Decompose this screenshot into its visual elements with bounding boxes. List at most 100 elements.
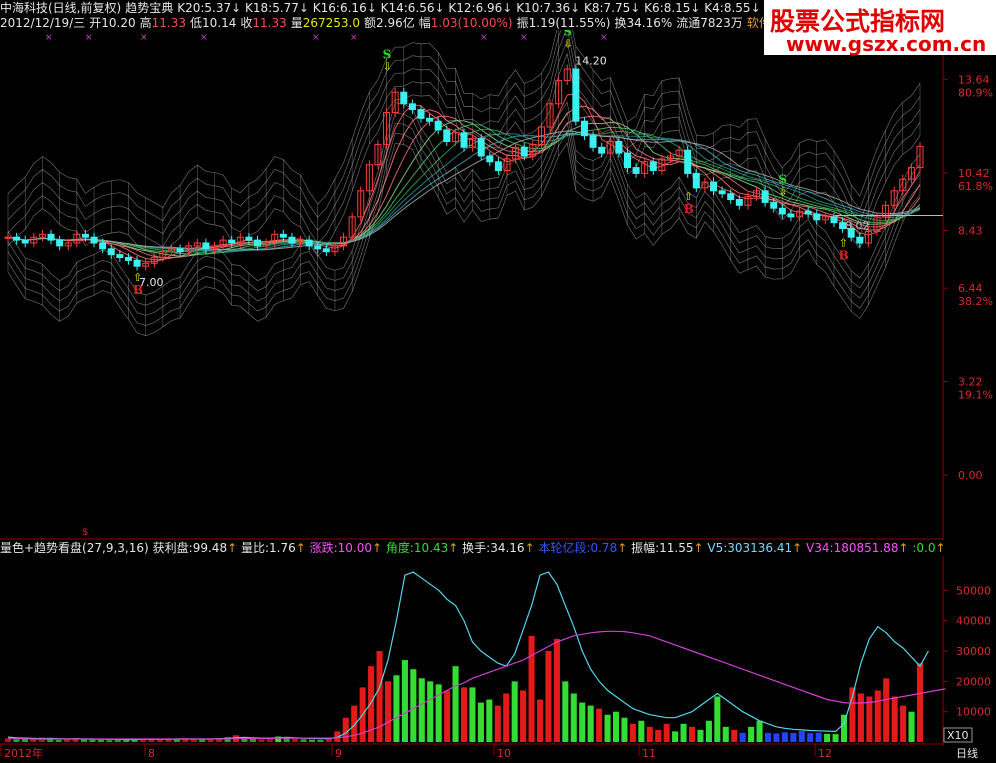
indicator-item-value: 1.76 [269,541,296,555]
up-arrow-icon: ↑ [693,541,708,555]
indicator-item-label: V34: [806,541,834,555]
volume-bar [731,729,738,742]
volume-bar [13,739,20,742]
candle-body [90,236,98,244]
price-tick-label: 6.44 [958,282,983,295]
volume-bar [393,675,400,742]
volume-bar [807,733,814,742]
candle-body [520,146,528,157]
candle-body [434,120,442,131]
indicator-item-label: 振幅: [631,541,660,555]
marker-x-icon: × [350,33,358,43]
down-arrow-icon: ↓ [298,1,309,15]
open-label: 开 [89,16,102,30]
volume-bar [705,720,712,742]
volume-bar [486,699,493,742]
sell-signal: S [778,172,787,186]
up-arrow-icon: ↑ [448,541,463,555]
buy-signal: B [839,248,849,262]
candle-body [623,152,631,169]
up-arrow-icon: ↑ [617,541,632,555]
candle-body [56,239,64,247]
volume-tick-label: 30000 [956,645,991,658]
candle-body [21,239,29,244]
candle-body [615,141,623,154]
marker-x-icon: × [480,33,488,43]
k-line-value: K4: [704,1,724,15]
v5-line [7,571,929,741]
k-line-number: 8.55 [723,1,751,15]
price-chart[interactable]: 13.6480.9% 10.4261.8% 8.43 6.4438.2% 3.2219.… [0,30,996,540]
volume-bar [300,739,307,742]
volume-bar [342,717,349,742]
k-line-number: 7.36 [543,1,571,15]
indicator-title[interactable]: 量色+趋势看盘(27,9,3,16) [0,540,149,556]
candle-body [279,233,287,238]
candle-body [417,109,425,119]
candle-body [400,91,408,105]
volume-bar [545,651,552,742]
indicator-item-label: 角度: [385,541,414,555]
indicator-item-label: V5: [707,541,728,555]
volume-bar [351,705,358,742]
dollar-marker-icon: $ [82,527,88,538]
candle-body [787,213,795,218]
volume-tick-label: 50000 [956,584,991,597]
volume-bar [401,660,408,742]
volume-bar [621,717,628,742]
indicator-name[interactable]: 趋势宝典 [125,0,173,16]
k-line-number: 6.56 [407,1,435,15]
volume-tick-label: 20000 [956,675,991,688]
volume-bar [190,739,197,742]
float-value: 7823万 [700,16,743,30]
up-arrow-icon: ↑ [792,541,807,555]
turnover-label: 换 [614,16,627,30]
time-axis-label: 11 [642,747,656,760]
k-line-value: K18: [245,1,273,15]
volume-bar [604,714,611,742]
volume-bar [722,726,729,742]
candle-body [804,210,812,215]
down-arrow-icon: ↓ [690,1,701,15]
indicator-item-value: 11.55 [659,541,694,555]
quote-date: 2012/12/19/三 [0,16,86,30]
candle-body [176,248,184,253]
signal-arrow-icon: ⇧ [684,190,693,203]
volume-bar [317,739,324,742]
volume-bar [536,699,544,742]
marker-x-icon: × [520,33,528,43]
volume-bar [64,739,71,742]
close-value: 11.33 [252,16,287,30]
volume-bar [452,666,459,742]
volume-bar [824,733,831,742]
indicator-item-value: 303136.41 [727,541,793,555]
volume-bar [874,690,881,742]
time-axis-label: 10 [497,747,511,760]
volume-bar [249,738,256,742]
k-line-number: 6.16 [339,1,367,15]
k-line-number: 5.37 [204,1,232,15]
percent-tick-label: 19.1% [958,389,993,402]
volume-bar [857,693,864,742]
up-arrow-icon: ↑ [295,541,310,555]
volume-bar [511,681,518,742]
signal-arrow-icon: ⇩ [778,185,787,198]
down-arrow-icon: ↓ [231,1,242,15]
candle-body [4,236,12,239]
quote-bar: 2012/12/19/三 开10.20 高11.33 低10.14 收11.33 量267… [0,15,799,31]
candle-body [322,248,330,253]
volume-bar [655,729,662,742]
volume-indicator-chart[interactable]: 10000 20000 30000 40000 50000 X10 2012年 8 9 10 11 1… [0,556,996,763]
high-value: 11.33 [151,16,186,30]
down-arrow-icon: ↓ [434,1,445,15]
indicator-header: 量色+趋势看盘(27,9,3,16) 获利盘:99.48↑ 量比:1.76↑ 涨跌… [0,540,946,556]
candle-body [228,239,236,244]
candle-body [778,207,786,215]
volume-bar [199,739,206,742]
volume-bar [891,696,898,742]
volume-bar [106,740,113,742]
volume-tick-label: 40000 [956,615,991,628]
amplitude-label: 振 [516,16,529,30]
volume-bar [418,678,425,742]
candle-body [443,129,451,143]
